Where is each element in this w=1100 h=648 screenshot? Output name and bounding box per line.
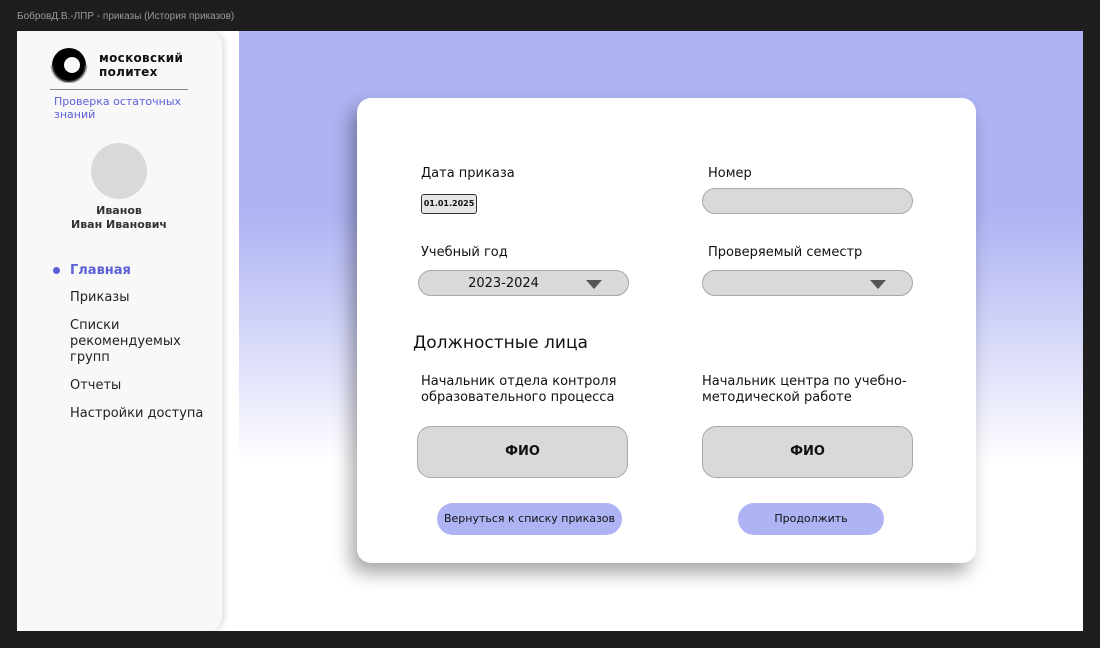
year-select[interactable]: 2023-2024 bbox=[418, 270, 629, 296]
official2-name-field[interactable]: ФИО bbox=[702, 426, 913, 478]
back-to-orders-button[interactable]: Вернуться к списку приказов bbox=[437, 503, 622, 535]
chevron-down-icon bbox=[870, 280, 886, 289]
logo-divider bbox=[50, 89, 188, 90]
window-title: БобровД.В.-ЛПР - приказы (История приказ… bbox=[17, 11, 235, 22]
chevron-down-icon bbox=[586, 280, 602, 289]
officials-title: Должностные лица bbox=[413, 333, 588, 353]
sidebar: московский политех Проверка остаточных з… bbox=[17, 31, 222, 631]
number-input[interactable] bbox=[702, 188, 913, 214]
user-name: Иванов Иван Иванович bbox=[71, 204, 167, 231]
avatar bbox=[91, 143, 147, 199]
sidebar-item-recommended-groups[interactable]: Списки рекомендуемых групп bbox=[70, 318, 210, 366]
semester-select[interactable] bbox=[702, 270, 913, 296]
sidebar-item-main[interactable]: Главная bbox=[70, 263, 210, 279]
logo-icon bbox=[50, 48, 88, 83]
semester-label: Проверяемый семестр bbox=[708, 245, 863, 260]
official1-label: Начальник отдела контроля образовательно… bbox=[421, 374, 617, 405]
app-subtitle: Проверка остаточных знаний bbox=[54, 95, 182, 121]
app-frame: московский политех Проверка остаточных з… bbox=[17, 31, 1083, 631]
date-input[interactable]: 01.01.2025 bbox=[421, 194, 477, 214]
order-form-card: Дата приказа 01.01.2025 Номер Учебный го… bbox=[357, 98, 976, 563]
year-value: 2023-2024 bbox=[468, 276, 539, 291]
sidebar-item-reports[interactable]: Отчеты bbox=[70, 378, 210, 394]
active-indicator-dot bbox=[53, 267, 60, 274]
continue-button[interactable]: Продолжить bbox=[738, 503, 884, 535]
official1-name-field[interactable]: ФИО bbox=[417, 426, 628, 478]
year-label: Учебный год bbox=[421, 245, 508, 260]
logo-text: московский политех bbox=[99, 51, 184, 79]
sidebar-item-orders[interactable]: Приказы bbox=[70, 290, 210, 306]
official2-label: Начальник центра по учебно-методической … bbox=[702, 374, 907, 405]
sidebar-item-access-settings[interactable]: Настройки доступа bbox=[70, 406, 210, 422]
date-label: Дата приказа bbox=[421, 166, 515, 181]
number-label: Номер bbox=[708, 166, 752, 181]
